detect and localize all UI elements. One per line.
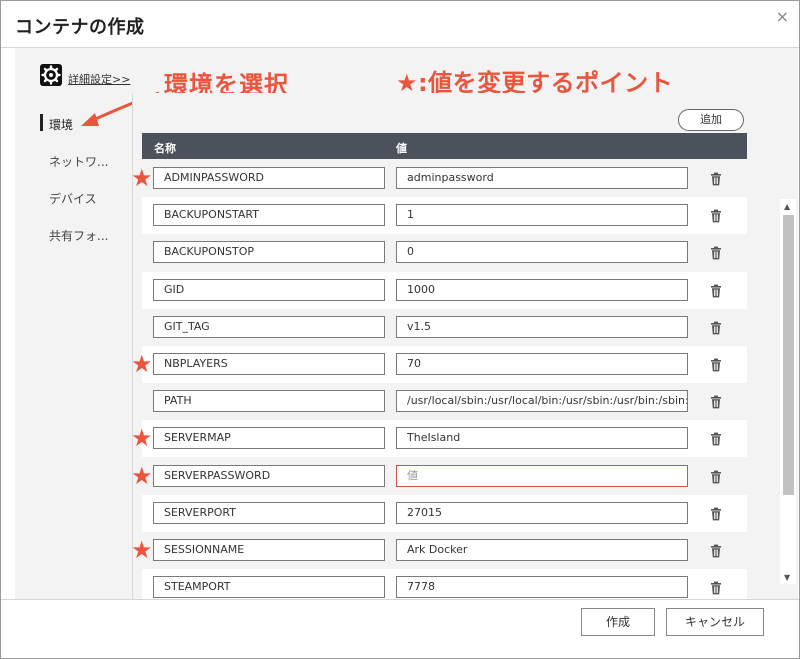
env-value-input[interactable]: TheIsland [396, 427, 688, 450]
column-header-value: 値 [396, 142, 407, 155]
env-value-input[interactable]: 1000 [396, 278, 688, 301]
env-value-input[interactable]: 0 [396, 241, 688, 264]
scrollbar-thumb[interactable] [783, 215, 794, 495]
trash-icon[interactable] [709, 432, 723, 446]
table-row: SESSIONNAME Ark Docker [142, 532, 747, 569]
env-name-input[interactable]: SERVERPASSWORD [153, 464, 385, 487]
gear-icon[interactable] [40, 64, 62, 86]
table-row: ADMINPASSWORD adminpassword [142, 160, 747, 197]
env-name-input[interactable]: SERVERMAP [153, 427, 385, 450]
env-value-input[interactable]: v1.5 [396, 315, 688, 338]
table-row: BACKUPONSTART 1 [142, 197, 747, 235]
create-container-dialog: コンテナの作成 × 詳細設定>> 環境を選択 ★:値を変更するポイント 環境 ネ… [0, 0, 800, 659]
star-marker-icon: ★ [131, 164, 153, 192]
table-row: SERVERPORT 27015 [142, 494, 747, 532]
trash-icon[interactable] [709, 321, 723, 335]
sidebar-item-network[interactable]: ネットワ... [49, 153, 108, 170]
star-marker-icon: ★ [131, 424, 153, 453]
sidebar-item-devices[interactable]: デバイス [49, 190, 97, 207]
dialog-title: コンテナの作成 [15, 17, 145, 38]
trash-icon[interactable] [709, 470, 723, 484]
table-row: PATH/usr/local/sbin:/usr/local/bin:/usr/… [142, 383, 747, 421]
sidebar-item-shared-folders[interactable]: 共有フォ... [49, 227, 108, 244]
env-value-input[interactable]: 70 [396, 353, 688, 375]
dialog-header: コンテナの作成 × [1, 1, 799, 47]
table-row: STEAMPORT 7778 [142, 569, 747, 599]
env-value-input[interactable]: 値 [396, 464, 688, 487]
env-name-input[interactable]: GID [153, 278, 385, 301]
trash-icon[interactable] [709, 358, 723, 372]
table-row: SERVERMAP TheIsland [142, 420, 747, 458]
trash-icon[interactable] [709, 544, 723, 558]
env-value-input[interactable]: 1 [396, 204, 688, 227]
env-name-input[interactable]: BACKUPONSTART [153, 204, 385, 227]
env-table-body: ADMINPASSWORD adminpassword BACKUPONSTART 1… [142, 160, 747, 599]
footer-divider [1, 599, 799, 600]
trash-icon[interactable] [709, 246, 723, 260]
advanced-settings-link[interactable]: 詳細設定>> [68, 71, 130, 87]
env-name-input[interactable]: SERVERPORT [153, 501, 385, 524]
env-name-input[interactable]: NBPLAYERS [153, 353, 385, 375]
active-indicator [40, 114, 43, 131]
sidebar-item-environment[interactable]: 環境 [49, 116, 73, 133]
trash-icon[interactable] [709, 172, 723, 186]
table-row: NBPLAYERS 70 [142, 346, 747, 383]
env-value-input[interactable]: 27015 [396, 501, 688, 524]
trash-icon[interactable] [709, 395, 723, 409]
env-name-input[interactable]: STEAMPORT [153, 576, 385, 599]
table-row: SERVERPASSWORD 値 [142, 457, 747, 495]
trash-icon[interactable] [709, 209, 723, 223]
star-marker-icon: ★ [131, 461, 153, 490]
env-value-input[interactable]: adminpassword [396, 167, 688, 189]
env-value-input[interactable]: /usr/local/sbin:/usr/local/bin:/usr/sbin… [396, 390, 688, 413]
table-header: 名称 値 [142, 133, 747, 159]
star-marker-icon: ★ [131, 536, 153, 564]
trash-icon[interactable] [709, 581, 723, 595]
scroll-up-icon[interactable]: ▲ [784, 202, 790, 211]
table-row: GID 1000 [142, 271, 747, 309]
env-name-input[interactable]: SESSIONNAME [153, 539, 385, 561]
create-button[interactable]: 作成 [581, 608, 655, 636]
cancel-button[interactable]: キャンセル [666, 608, 764, 636]
env-name-input[interactable]: ADMINPASSWORD [153, 167, 385, 189]
trash-icon[interactable] [709, 507, 723, 521]
env-value-input[interactable]: 7778 [396, 576, 688, 599]
env-name-input[interactable]: PATH [153, 390, 385, 413]
add-variable-button[interactable]: 追加 [678, 109, 744, 131]
scroll-down-icon[interactable]: ▼ [784, 573, 790, 582]
env-name-input[interactable]: BACKUPONSTOP [153, 241, 385, 264]
star-marker-icon: ★ [131, 350, 153, 378]
close-icon[interactable]: × [776, 7, 789, 26]
env-name-input[interactable]: GIT_TAG [153, 315, 385, 338]
table-row: GIT_TAG v1.5 [142, 308, 747, 346]
trash-icon[interactable] [709, 284, 723, 298]
column-header-name: 名称 [154, 142, 176, 155]
env-value-input[interactable]: Ark Docker [396, 539, 688, 561]
table-row: BACKUPONSTOP 0 [142, 234, 747, 272]
